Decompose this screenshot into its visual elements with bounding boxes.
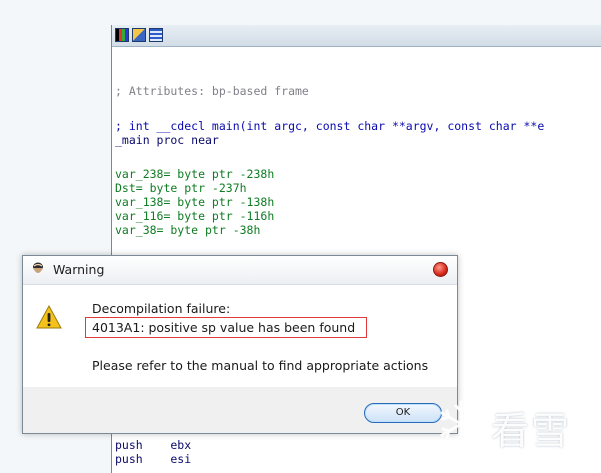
code-var-line: var_38= byte ptr -38h [115, 223, 261, 237]
code-var-line: Dst= byte ptr -237h [115, 181, 247, 195]
code-var-line: var_138= byte ptr -138h [115, 195, 275, 209]
dialog-titlebar: Warning [23, 256, 457, 285]
warning-icon [36, 305, 62, 329]
ida-toolbar [112, 25, 601, 47]
watermark: 看雪 [433, 396, 598, 453]
message-detail: 4013A1: positive sp value has been found [92, 320, 356, 335]
code-comment-attributes: ; Attributes: bp-based frame [115, 84, 309, 98]
edit-icon[interactable] [132, 28, 146, 42]
code-function-signature: ; int __cdecl main(int argc, const char … [115, 119, 545, 133]
close-icon[interactable] [433, 262, 448, 277]
ok-button[interactable]: OK [364, 403, 442, 423]
code-proc-declaration: _main proc near [115, 133, 219, 147]
warning-dialog: Warning Decompilation failure: 4013A1: p… [22, 255, 458, 434]
code-instruction-line: push ebx [115, 438, 192, 452]
graph-view-icon[interactable] [115, 28, 129, 42]
code-var-line: var_238= byte ptr -238h [115, 167, 275, 181]
code-var-line: var_116= byte ptr -116h [115, 209, 275, 223]
dialog-footer: OK [23, 387, 457, 433]
dialog-title: Warning [53, 262, 105, 277]
code-instruction-line: push esi [115, 452, 192, 466]
message-hint: Please refer to the manual to find appro… [92, 358, 429, 373]
dialog-body: Decompilation failure: 4013A1: positive … [23, 285, 457, 387]
snowflake-icon [440, 400, 482, 448]
message-title: Decompilation failure: [92, 301, 231, 316]
watermark-text: 看雪 [491, 409, 572, 453]
app-icon [33, 262, 43, 273]
list-view-icon[interactable] [149, 28, 163, 42]
